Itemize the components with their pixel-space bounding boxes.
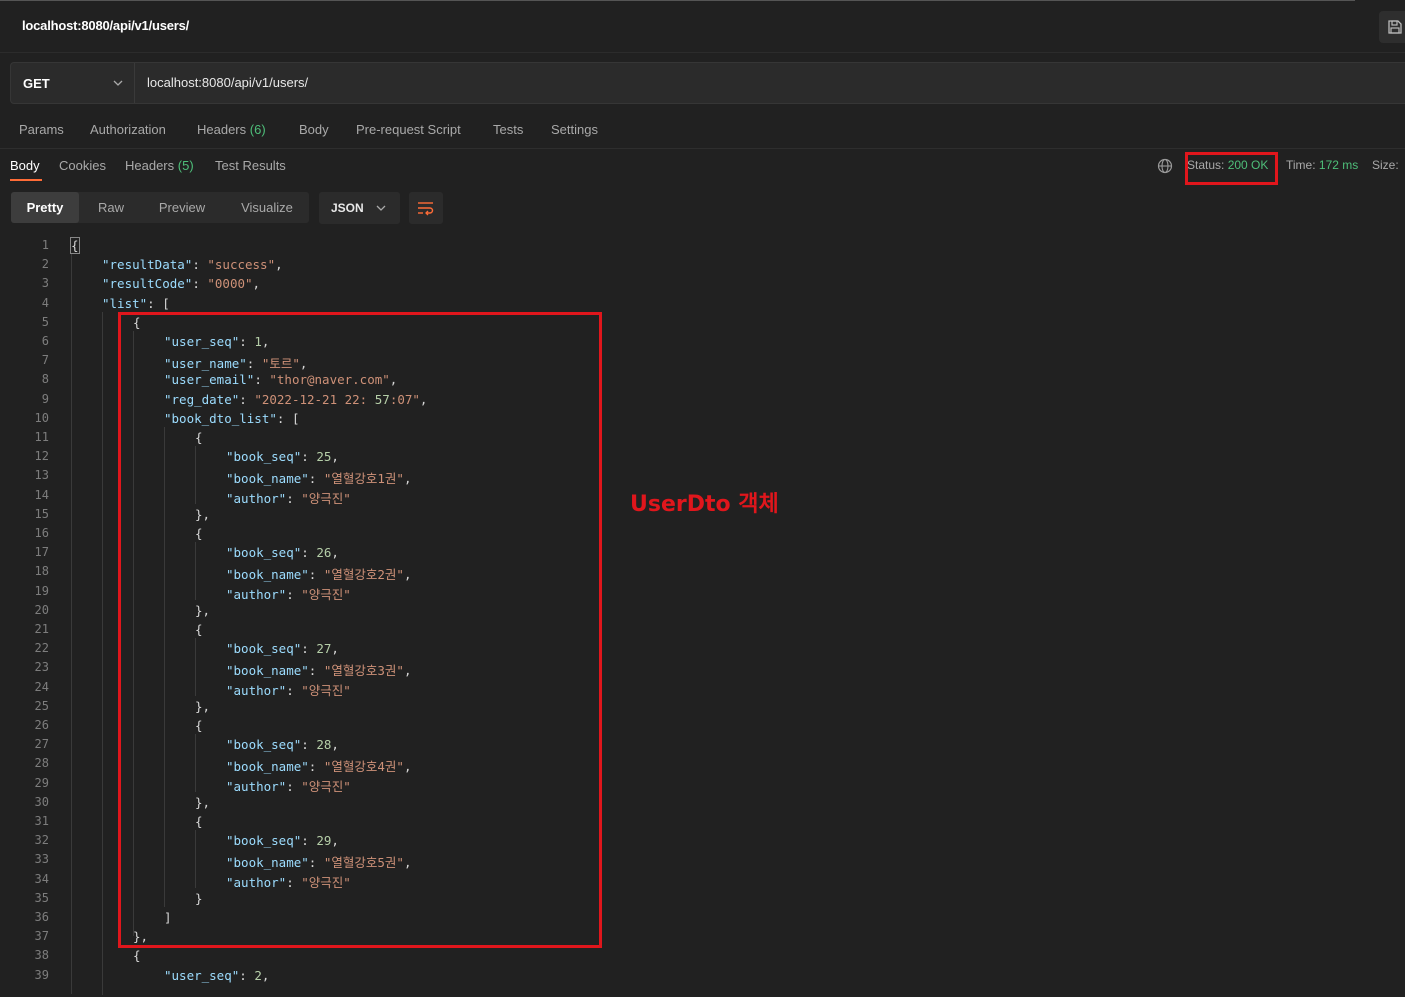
- view-visualize[interactable]: Visualize: [229, 192, 305, 223]
- response-headers-count: (5): [177, 158, 194, 173]
- response-tab-headers[interactable]: Headers (5): [125, 158, 194, 173]
- time-value: 172 ms: [1318, 158, 1359, 172]
- method-select[interactable]: GET: [11, 63, 135, 103]
- line-number: 35: [34, 890, 49, 905]
- line-number: 10: [34, 410, 49, 425]
- active-tab-underline: [10, 179, 42, 181]
- line-number: 39: [34, 967, 49, 982]
- line-number: 4: [41, 295, 49, 310]
- line-number: 37: [34, 929, 49, 944]
- tab-settings[interactable]: Settings: [551, 122, 598, 137]
- line-number: 20: [34, 602, 49, 617]
- line-number: 38: [34, 948, 49, 963]
- line-number: 30: [34, 794, 49, 809]
- line-number: 28: [34, 756, 49, 771]
- request-tab-title[interactable]: localhost:8080/api/v1/users/: [22, 18, 189, 33]
- format-select[interactable]: JSON: [319, 192, 400, 224]
- tab-headers[interactable]: Headers (6): [197, 122, 266, 137]
- line-number: 33: [34, 852, 49, 867]
- save-icon: [1388, 20, 1402, 34]
- status-annotation-box: [1185, 152, 1278, 185]
- line-number: 3: [41, 276, 49, 291]
- wrap-lines-icon: [418, 202, 434, 216]
- line-number: 36: [34, 910, 49, 924]
- line-number: 6: [41, 334, 49, 348]
- line-number: 1: [41, 238, 49, 252]
- view-mode-segment: Pretty Raw Preview Visualize: [11, 192, 309, 223]
- line-number: 9: [41, 391, 49, 406]
- line-number: 29: [34, 775, 49, 790]
- line-number: 5: [41, 314, 49, 329]
- code-line: "resultCode": "0000",: [102, 276, 261, 292]
- globe-icon[interactable]: [1157, 158, 1173, 174]
- save-button[interactable]: [1379, 11, 1405, 43]
- line-number: 26: [34, 718, 49, 732]
- time-label: Time:: [1286, 158, 1316, 172]
- chevron-down-icon: [376, 205, 386, 211]
- request-tabs: Params Authorization Headers (6) Body Pr…: [0, 112, 1405, 149]
- chevron-down-icon: [113, 80, 123, 86]
- line-number: 7: [41, 353, 49, 368]
- response-time[interactable]: Time: 172 ms: [1286, 158, 1358, 172]
- tab-tests[interactable]: Tests: [493, 122, 523, 137]
- tab-params[interactable]: Params: [19, 122, 64, 137]
- tab-pre-request-script[interactable]: Pre-request Script: [356, 122, 461, 137]
- tab-indicator: [0, 0, 1355, 1]
- line-number: 16: [34, 526, 49, 540]
- response-tab-headers-label: Headers: [125, 158, 175, 173]
- line-number: 18: [34, 564, 49, 579]
- line-number: 25: [34, 698, 49, 713]
- code-line: "resultData": "success",: [102, 257, 283, 273]
- line-number: 11: [34, 430, 49, 444]
- line-number: 22: [34, 641, 49, 656]
- line-number: 15: [34, 506, 49, 521]
- userdto-annotation-box: [118, 312, 602, 948]
- url-bar: GET localhost:8080/api/v1/users/: [10, 62, 1405, 104]
- url-input[interactable]: localhost:8080/api/v1/users/: [147, 75, 308, 90]
- userdto-annotation-label: UserDto 객체: [630, 492, 779, 517]
- line-number: 14: [34, 487, 49, 502]
- code-line: {: [70, 237, 80, 254]
- line-number: 32: [34, 833, 49, 848]
- line-number: 2: [41, 257, 49, 272]
- view-preview[interactable]: Preview: [145, 192, 219, 223]
- line-number: 19: [34, 583, 49, 598]
- line-number: 17: [34, 545, 49, 560]
- method-label: GET: [23, 76, 50, 91]
- line-number: 21: [34, 622, 49, 636]
- line-number: 24: [34, 679, 49, 694]
- tab-headers-label: Headers: [197, 122, 247, 137]
- view-pretty[interactable]: Pretty: [11, 192, 79, 223]
- line-number: 8: [41, 372, 49, 387]
- view-raw[interactable]: Raw: [83, 192, 139, 223]
- response-tab-body[interactable]: Body: [10, 158, 40, 173]
- line-number: 12: [34, 449, 49, 464]
- headers-count: (6): [249, 122, 266, 137]
- line-number: 23: [34, 660, 49, 675]
- title-bar: localhost:8080/api/v1/users/: [0, 0, 1405, 53]
- code-line: {: [133, 948, 141, 964]
- code-line: "user_seq": 2,: [164, 967, 270, 983]
- code-line: "list": [: [102, 295, 170, 311]
- tab-body[interactable]: Body: [299, 122, 329, 137]
- indent-guide: [71, 254, 72, 994]
- wrap-lines-button[interactable]: [409, 192, 443, 224]
- line-number: 34: [34, 871, 49, 886]
- indent-guide: [102, 312, 103, 995]
- tab-authorization[interactable]: Authorization: [90, 122, 166, 137]
- response-tab-test-results[interactable]: Test Results: [215, 158, 286, 173]
- size-label: Size:: [1372, 158, 1399, 172]
- response-size[interactable]: Size:: [1372, 158, 1399, 172]
- line-number: 13: [34, 468, 49, 483]
- response-tab-cookies[interactable]: Cookies: [59, 158, 106, 173]
- format-label: JSON: [331, 201, 364, 215]
- line-number: 27: [34, 737, 49, 752]
- line-number: 31: [34, 814, 49, 828]
